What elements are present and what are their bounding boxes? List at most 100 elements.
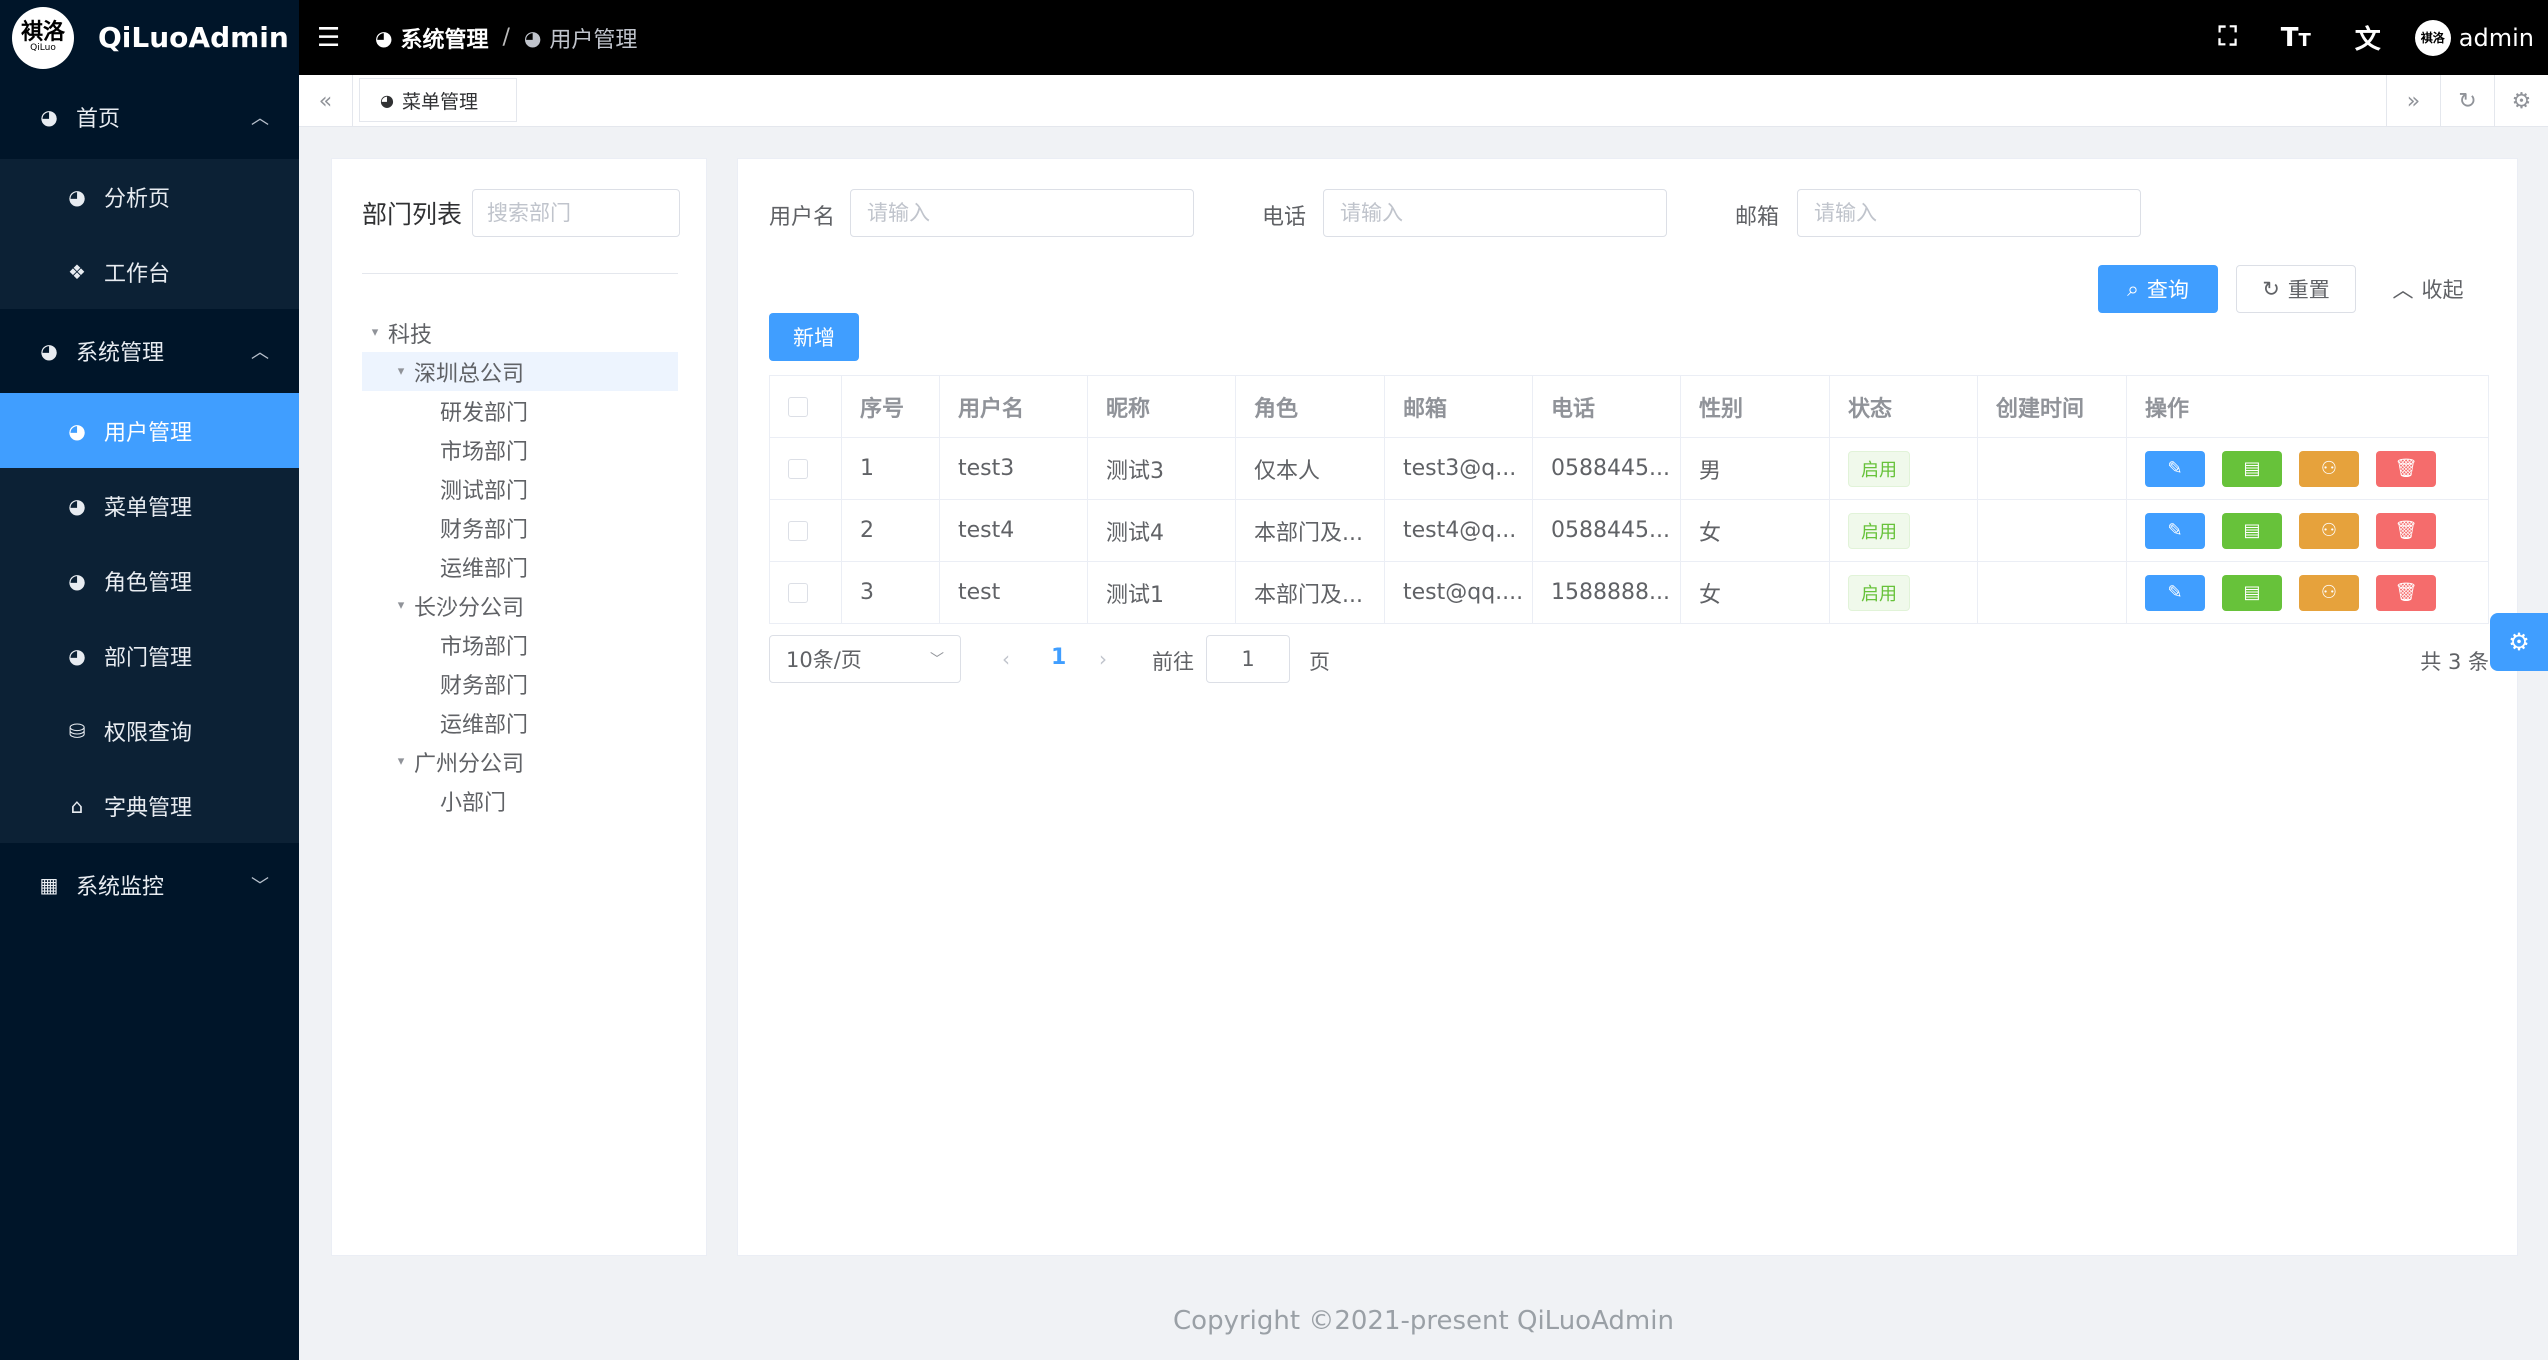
delete-button[interactable]: 🗑	[2376, 512, 2436, 549]
assign-role-button[interactable]: ⚇	[2299, 450, 2359, 487]
username-input[interactable]	[850, 189, 1194, 237]
add-user-button[interactable]: 新增	[769, 313, 859, 361]
edit-button[interactable]: ✎	[2145, 450, 2205, 487]
sidebar-item-depts[interactable]: ◕ 部门管理	[0, 618, 299, 693]
tree-node[interactable]: 市场部门	[362, 430, 678, 469]
row-checkbox[interactable]	[788, 520, 808, 541]
avatar[interactable]: 褀洛	[2414, 19, 2451, 56]
detail-button[interactable]: ▤	[2222, 512, 2282, 549]
gear-icon[interactable]: ⚙	[2494, 75, 2548, 127]
edit-icon: ✎	[2167, 582, 2183, 603]
cell-status: 启用	[1830, 562, 1978, 623]
user-setting-icon: ⚇	[2320, 582, 2338, 603]
double-right-icon[interactable]: »	[2386, 75, 2440, 127]
dashboard-icon: ◕	[68, 418, 86, 443]
username[interactable]: admin	[2459, 24, 2534, 52]
phone-input[interactable]	[1323, 189, 1667, 237]
detail-button[interactable]: ▤	[2222, 450, 2282, 487]
trash-icon: 🗑	[2394, 520, 2418, 541]
document-icon: ▤	[2243, 458, 2261, 479]
tree-node[interactable]: ▾ 长沙分公司	[362, 586, 678, 625]
gear-icon: ⚙	[2508, 628, 2530, 656]
dept-search-input[interactable]	[472, 189, 681, 237]
goto-page-input[interactable]	[1206, 635, 1290, 683]
sidebar-item-label: 工作台	[104, 261, 171, 287]
chevron-down-icon: ﹀	[930, 652, 944, 668]
breadcrumb-item[interactable]: 系统管理	[400, 22, 488, 54]
email-input[interactable]	[1797, 189, 2141, 237]
next-page-icon[interactable]: ›	[1099, 647, 1107, 671]
tree-node[interactable]: 财务部门	[362, 508, 678, 547]
dept-tree: ▾ 科技 ▾ 深圳总公司 研发部门 市场部门 测试部门 财务部门 运维部门 ▾ 长沙分…	[362, 313, 678, 820]
menu-fold-icon[interactable]: ☰	[317, 23, 347, 53]
tree-node[interactable]: 小部门	[362, 781, 678, 820]
font-size-icon[interactable]: TT	[2281, 23, 2311, 53]
sidebar-item-dict[interactable]: ⌂ 字典管理	[0, 768, 299, 843]
edit-button[interactable]: ✎	[2145, 574, 2205, 611]
tree-node-label: 科技	[388, 322, 433, 348]
sidebar-item-permissions[interactable]: ⛁ 权限查询	[0, 693, 299, 768]
menu-group-label: 首页	[76, 107, 121, 132]
status-badge: 启用	[1848, 574, 1910, 611]
fullscreen-icon[interactable]: ⛶	[2219, 22, 2237, 53]
logo-text: 褀洛	[20, 20, 65, 45]
tree-node[interactable]: 测试部门	[362, 469, 678, 508]
translate-icon[interactable]: 文	[2355, 19, 2381, 56]
delete-button[interactable]: 🗑	[2376, 450, 2436, 487]
page-number[interactable]: 1	[1051, 645, 1066, 670]
tree-node[interactable]: 市场部门	[362, 625, 678, 664]
cell-phone: 0588445...	[1533, 500, 1681, 561]
top-header: ☰ ◕ 系统管理 / ◕ 用户管理 ⛶ TT 文 褀洛 admin	[299, 0, 2548, 75]
refresh-icon[interactable]: ↻	[2440, 75, 2494, 127]
assign-role-button[interactable]: ⚇	[2299, 574, 2359, 611]
page-size-select[interactable]: 10条/页 ﹀	[769, 635, 961, 683]
query-button[interactable]: ⌕ 查询	[2098, 265, 2218, 313]
tree-node[interactable]: 财务部门	[362, 664, 678, 703]
row-checkbox[interactable]	[788, 582, 808, 603]
document-icon: ▤	[2243, 520, 2261, 541]
sidebar-item-workbench[interactable]: ❖ 工作台	[0, 234, 299, 309]
edit-button[interactable]: ✎	[2145, 512, 2205, 549]
settings-float-button[interactable]: ⚙	[2490, 613, 2548, 671]
menu-group-system[interactable]: ◕ 系统管理 ︿	[0, 309, 299, 393]
assign-role-button[interactable]: ⚇	[2299, 512, 2359, 549]
select-all-checkbox[interactable]	[788, 396, 808, 417]
collapse-button[interactable]: ︿ 收起	[2378, 265, 2478, 313]
dashboard-icon: ◕	[68, 568, 86, 593]
tree-node-label: 市场部门	[440, 634, 529, 660]
double-left-icon[interactable]: «	[299, 75, 353, 127]
cell-role: 本部门及...	[1236, 562, 1385, 623]
menu-group-monitor[interactable]: ▦ 系统监控 ﹀	[0, 843, 299, 927]
dashboard-icon: ◕	[380, 90, 394, 110]
tree-node[interactable]: ▾ 广州分公司	[362, 742, 678, 781]
tree-node[interactable]: 运维部门	[362, 547, 678, 586]
detail-button[interactable]: ▤	[2222, 574, 2282, 611]
cell-index: 2	[842, 500, 940, 561]
tree-node-label: 运维部门	[440, 712, 529, 738]
footer: Copyright ©2021-present QiLuoAdmin	[1173, 1306, 1674, 1336]
cell-username: test	[940, 562, 1088, 623]
sidebar-item-menus[interactable]: ◕ 菜单管理	[0, 468, 299, 543]
sidebar-item-users[interactable]: ◕ 用户管理	[0, 393, 299, 468]
tree-node-label: 长沙分公司	[414, 595, 525, 621]
row-checkbox[interactable]	[788, 458, 808, 479]
edit-icon: ✎	[2167, 520, 2183, 541]
reset-button[interactable]: ↻ 重置	[2236, 265, 2356, 313]
tree-node[interactable]: 运维部门	[362, 703, 678, 742]
sidebar-item-analysis[interactable]: ◕ 分析页	[0, 159, 299, 234]
bank-icon: ⌂	[70, 793, 84, 818]
tree-node[interactable]: ▾ 深圳总公司	[362, 352, 678, 391]
tree-node[interactable]: ▾ 科技	[362, 313, 678, 352]
add-button-label: 新增	[793, 326, 835, 350]
logo[interactable]: 褀洛 QiLuo QiLuoAdmin	[0, 0, 299, 75]
tag-item[interactable]: ◕ 菜单管理	[359, 78, 517, 122]
column-header: 性别	[1681, 376, 1830, 437]
breadcrumb-item: 用户管理	[549, 27, 638, 53]
caret-down-icon: ▾	[397, 364, 405, 379]
delete-button[interactable]: 🗑	[2376, 574, 2436, 611]
prev-page-icon[interactable]: ‹	[1002, 647, 1010, 671]
menu-group-home[interactable]: ◕ 首页 ︿	[0, 75, 299, 159]
column-header: 状态	[1830, 376, 1978, 437]
sidebar-item-roles[interactable]: ◕ 角色管理	[0, 543, 299, 618]
tree-node[interactable]: 研发部门	[362, 391, 678, 430]
